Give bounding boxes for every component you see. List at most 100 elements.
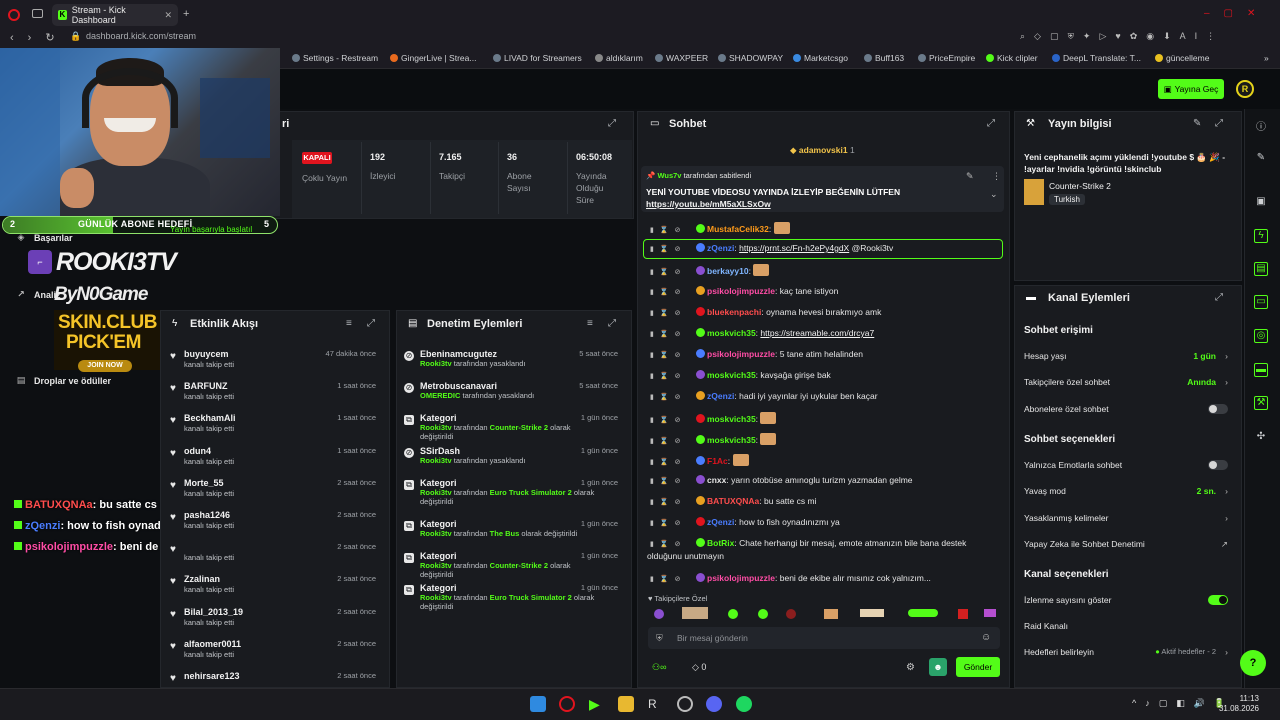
moderator-name[interactable]: Rooki3tv bbox=[420, 488, 452, 497]
activity-user[interactable]: buyuycem bbox=[184, 349, 229, 359]
bookmark-item[interactable]: PriceEmpire bbox=[918, 53, 975, 63]
apps-icon[interactable]: ✣ bbox=[1254, 431, 1268, 445]
moderator-name[interactable]: Rooki3tv bbox=[420, 561, 452, 570]
moderation-target[interactable]: Kategori bbox=[420, 519, 457, 529]
opera-taskbar-icon[interactable] bbox=[559, 696, 575, 712]
chat-username[interactable]: moskvich35 bbox=[707, 328, 756, 338]
game-name[interactable]: The Bus bbox=[490, 529, 520, 538]
chat-link[interactable]: https://prnt.sc/Fn-h2ePy4gdX bbox=[739, 243, 849, 253]
chat-username[interactable]: F1Ac bbox=[707, 456, 728, 466]
target-icon[interactable]: ◎ bbox=[1254, 329, 1268, 343]
window-controls[interactable]: –▢✕ bbox=[1204, 8, 1269, 19]
game-name[interactable]: Euro Truck Simulator 2 bbox=[490, 593, 572, 602]
bookmark-item[interactable]: GingerLive | Strea... bbox=[390, 53, 476, 63]
panel-icon[interactable]: ▣ bbox=[1254, 196, 1268, 210]
moderation-tools-icon[interactable]: ▮⌛⊘ bbox=[650, 372, 696, 380]
moderator-name[interactable]: Rooki3tv bbox=[420, 529, 452, 538]
tab-kick-dashboard[interactable]: K Stream - Kick Dashboard ✕ bbox=[52, 4, 178, 26]
start-icon[interactable] bbox=[530, 696, 546, 712]
chat-username[interactable]: psikolojimpuzzle bbox=[707, 573, 775, 583]
chat-icon[interactable]: ▭ bbox=[1254, 295, 1268, 309]
raid-setting[interactable]: Raid Kanalı bbox=[1024, 621, 1230, 631]
moderation-tools-icon[interactable]: ▮⌛⊘ bbox=[650, 226, 696, 234]
lightning-icon[interactable]: ϟ bbox=[1254, 229, 1268, 243]
filter-icon[interactable]: ≡ bbox=[346, 318, 352, 329]
bookmarks-more-icon[interactable]: » bbox=[1264, 53, 1269, 63]
moderation-tools-icon[interactable]: ▮⌛⊘ bbox=[650, 477, 696, 485]
expand-icon[interactable]: ⤢ bbox=[608, 118, 616, 129]
wrench-icon[interactable]: ⚒ bbox=[1254, 396, 1268, 410]
moderation-tools-icon[interactable]: ▮⌛⊘ bbox=[650, 575, 696, 583]
expand-icon[interactable]: ⤢ bbox=[987, 118, 995, 129]
chat-username[interactable]: psikolojimpuzzle bbox=[707, 349, 775, 359]
list-icon[interactable]: ▤ bbox=[1254, 262, 1268, 276]
chat-input-placeholder[interactable]: Bir mesaj gönderin bbox=[677, 633, 748, 643]
moderation-target[interactable]: Kategori bbox=[420, 583, 457, 593]
expand-icon[interactable]: ⤢ bbox=[367, 318, 375, 329]
moderation-target[interactable]: Kategori bbox=[420, 551, 457, 561]
moderation-tools-icon[interactable]: ▮⌛⊘ bbox=[650, 245, 696, 253]
play-icon[interactable]: ▶ bbox=[589, 696, 605, 712]
channel-icon[interactable]: ▬ bbox=[1254, 363, 1268, 377]
game-name[interactable]: Counter-Strike 2 bbox=[490, 423, 548, 432]
moderation-tools-icon[interactable]: ▮⌛⊘ bbox=[650, 268, 696, 276]
show-viewers-toggle[interactable] bbox=[1208, 595, 1228, 605]
shield-icon[interactable]: ⛨ bbox=[656, 633, 663, 644]
chevron-down-icon[interactable]: ⌄ bbox=[990, 189, 998, 200]
gear-icon[interactable]: ⚙ bbox=[906, 662, 915, 673]
activity-user[interactable]: pasha1246 bbox=[184, 510, 230, 520]
emote-tab[interactable]: ♥ Takipçilere Özel bbox=[648, 594, 707, 603]
chat-username[interactable]: moskvich35 bbox=[707, 414, 756, 424]
activity-user[interactable]: Morte_55 bbox=[184, 478, 224, 488]
game-name[interactable]: Euro Truck Simulator 2 bbox=[490, 488, 572, 497]
moderation-tools-icon[interactable]: ▮⌛⊘ bbox=[650, 288, 696, 296]
followers-only-setting[interactable]: Takipçilere özel sohbet Anında › bbox=[1024, 377, 1230, 387]
slow-mode-setting[interactable]: Yavaş mod 2 sn. › bbox=[1024, 486, 1230, 496]
moderation-tools-icon[interactable]: ▮⌛⊘ bbox=[650, 437, 696, 445]
filter-icon[interactable]: ≡ bbox=[587, 318, 593, 329]
moderator-name[interactable]: Rooki3tv bbox=[420, 456, 452, 465]
activity-user[interactable]: nehirsare123 bbox=[184, 671, 240, 681]
moderation-tools-icon[interactable]: ▮⌛⊘ bbox=[650, 309, 696, 317]
activity-user[interactable]: Bilal_2013_19 bbox=[184, 607, 243, 617]
emote-strip[interactable] bbox=[648, 607, 1000, 621]
nav-drops[interactable]: ▤ Droplar ve ödüller bbox=[16, 375, 111, 386]
send-button[interactable]: Gönder bbox=[956, 657, 1000, 677]
account-age-setting[interactable]: Hesap yaşı 1 gün › bbox=[1024, 351, 1230, 361]
bookmark-item[interactable]: güncelleme bbox=[1155, 53, 1209, 63]
bookmark-item[interactable]: aldıklarım bbox=[595, 53, 643, 63]
moderation-tools-icon[interactable]: ▮⌛⊘ bbox=[650, 351, 696, 359]
bookmark-item[interactable]: WAXPEER bbox=[655, 53, 708, 63]
close-tab-icon[interactable]: ✕ bbox=[164, 10, 172, 21]
activity-user[interactable]: Zzalinan bbox=[184, 574, 220, 584]
moderation-tools-icon[interactable]: ▮⌛⊘ bbox=[650, 540, 696, 548]
moderation-target[interactable]: Ebeninamcugutez bbox=[420, 349, 497, 359]
more-icon[interactable]: ⋮ bbox=[992, 171, 1001, 182]
moderator-name[interactable]: Rooki3tv bbox=[420, 423, 452, 432]
info-icon[interactable]: ⓘ bbox=[1254, 118, 1268, 133]
chat-username[interactable]: MustafaCelik32 bbox=[707, 224, 769, 234]
ai-moderation-setting[interactable]: Yapay Zeka ile Sohbet Denetimi ↗ bbox=[1024, 539, 1230, 549]
chat-username[interactable]: psikolojimpuzzle bbox=[707, 286, 775, 296]
chat-username[interactable]: zQenzi bbox=[707, 517, 734, 527]
discord-icon[interactable] bbox=[706, 696, 722, 712]
moderation-tools-icon[interactable]: ▮⌛⊘ bbox=[650, 458, 696, 466]
spotify-icon[interactable] bbox=[736, 696, 752, 712]
goals-setting[interactable]: Hedefleri belirleyin ● Aktif hedefler - 2… bbox=[1024, 647, 1230, 657]
emotes-only-toggle[interactable] bbox=[1208, 460, 1228, 470]
bookmark-item[interactable]: Settings - Restream bbox=[292, 53, 378, 63]
subs-only-toggle[interactable] bbox=[1208, 404, 1228, 414]
help-button[interactable]: ? bbox=[1240, 650, 1266, 676]
tabs-icon[interactable] bbox=[32, 9, 43, 18]
moderation-target[interactable]: Metrobuscanavari bbox=[420, 381, 497, 391]
moderator-name[interactable]: Rooki3tv bbox=[420, 593, 452, 602]
edit-icon[interactable]: ✎ bbox=[1193, 118, 1201, 129]
chat-username[interactable]: BotRix bbox=[707, 538, 734, 548]
bookmark-item[interactable]: Marketcsgo bbox=[793, 53, 848, 63]
connections-icon[interactable]: ⚇∞ bbox=[652, 662, 666, 673]
browser-toolbar-icons[interactable]: ⌕◇▢⛨✦▷♥✿◉⬇AI⋮ bbox=[1020, 31, 1224, 42]
avatar[interactable]: R bbox=[1236, 80, 1254, 98]
moderation-tools-icon[interactable]: ▮⌛⊘ bbox=[650, 519, 696, 527]
unpin-icon[interactable]: ✎ bbox=[966, 171, 974, 182]
folder-icon[interactable] bbox=[618, 696, 634, 712]
